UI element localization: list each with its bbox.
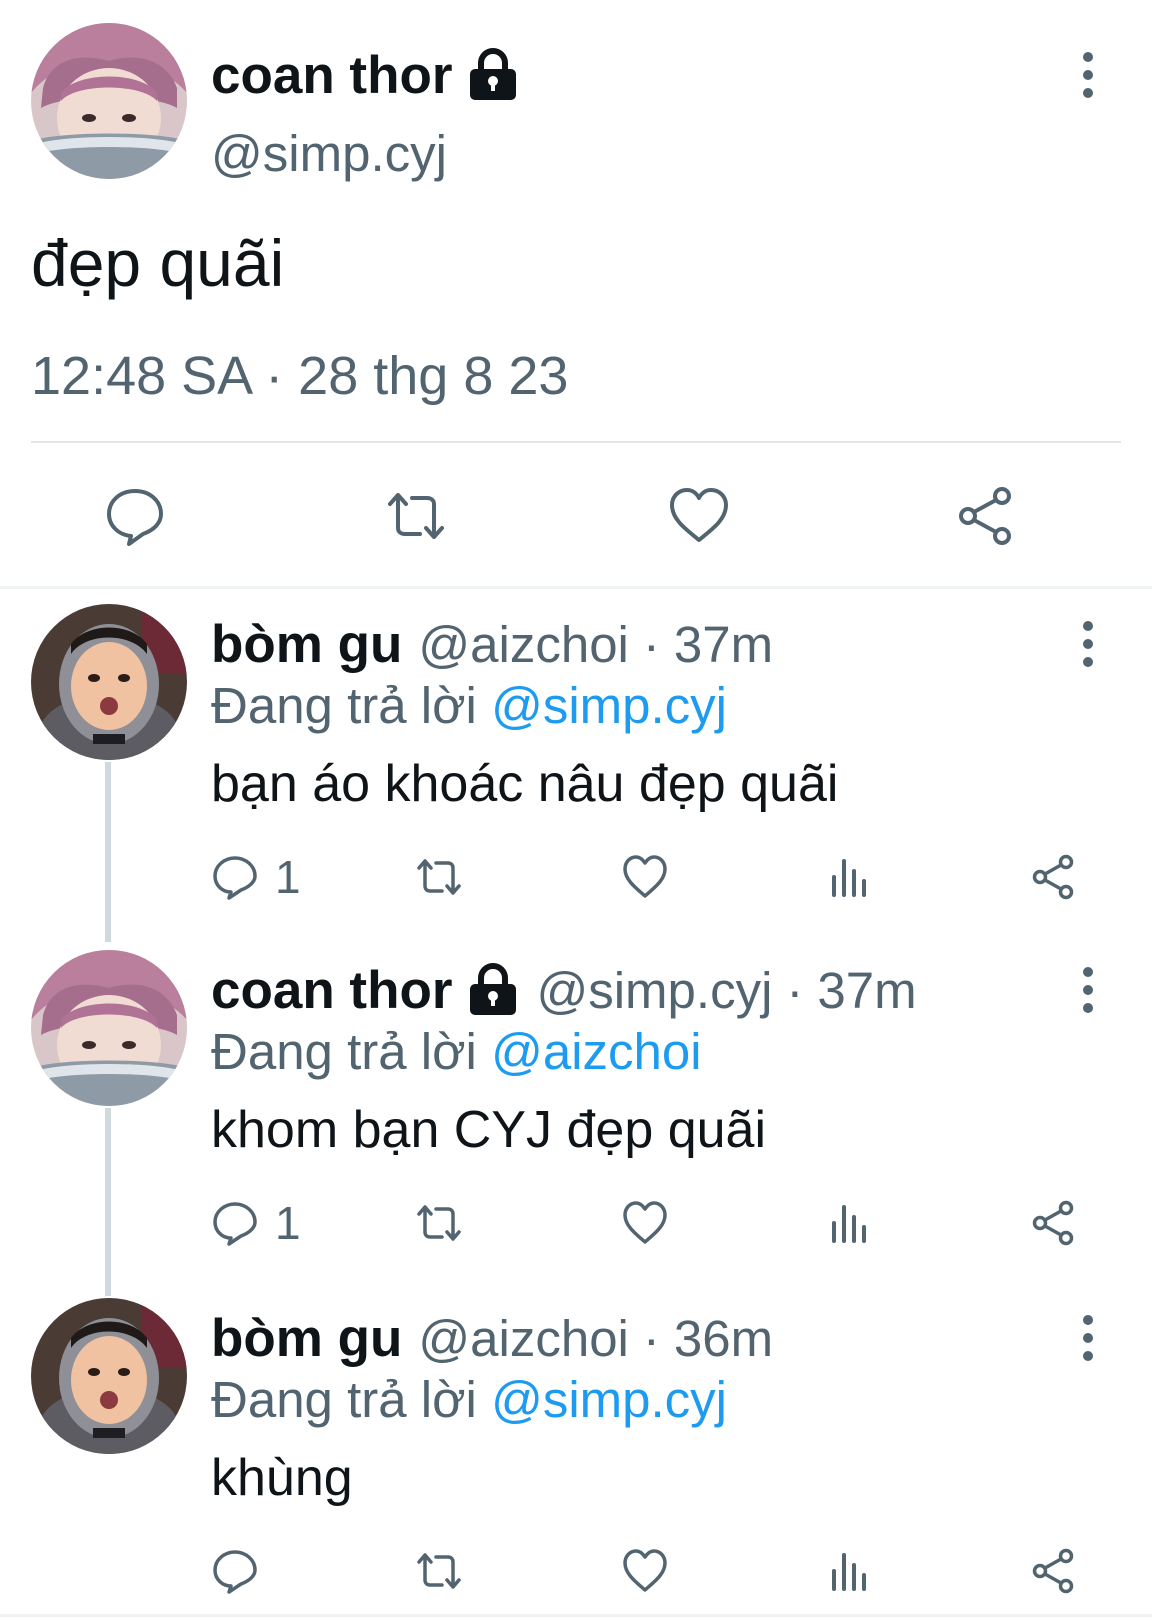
retweet-button[interactable]	[415, 1198, 463, 1248]
action-bar: 1	[0, 851, 1152, 912]
tweet-text: khùng	[211, 1449, 353, 1507]
divider	[31, 441, 1121, 443]
tweet-timestamp[interactable]: 12:48 SA · 28 thg 8 23	[31, 345, 568, 407]
avatar[interactable]	[31, 23, 187, 179]
reply-count: 1	[275, 1197, 301, 1249]
share-icon	[1030, 1547, 1078, 1595]
retweet-icon	[415, 1547, 463, 1595]
mention-link[interactable]: @simp.cyj	[491, 677, 727, 734]
action-bar: 1	[0, 1197, 1152, 1258]
avatar[interactable]	[31, 1298, 187, 1454]
retweet-icon	[415, 1199, 463, 1247]
more-options-icon[interactable]	[1068, 960, 1108, 1020]
analytics-icon	[826, 1199, 874, 1247]
share-icon[interactable]	[954, 484, 1018, 548]
reply-button[interactable]: 1	[211, 851, 301, 903]
author-name[interactable]: bòm gu	[211, 614, 402, 675]
author-name[interactable]: bòm gu	[211, 1308, 402, 1369]
like-icon	[621, 1547, 669, 1595]
avatar[interactable]	[31, 950, 187, 1106]
reply-button[interactable]: 1	[211, 1197, 301, 1249]
views-button[interactable]	[826, 1198, 874, 1248]
retweet-button[interactable]	[415, 1546, 463, 1596]
share-icon	[1030, 1199, 1078, 1247]
author-handle[interactable]: @aizchoi	[418, 1309, 629, 1368]
retweet-button[interactable]	[415, 852, 463, 902]
like-icon	[621, 1199, 669, 1247]
share-icon	[1030, 853, 1078, 901]
author-handle[interactable]: @aizchoi	[418, 615, 629, 674]
avatar[interactable]	[31, 604, 187, 760]
author-handle[interactable]: @simp.cyj	[536, 961, 772, 1020]
tweet-time[interactable]: 36m	[674, 1309, 773, 1368]
mention-link[interactable]: @aizchoi	[491, 1023, 702, 1080]
reply-icon	[211, 1547, 259, 1595]
tweet-text: bạn áo khoác nâu đẹp quãi	[211, 755, 839, 813]
reply-icon	[211, 853, 259, 901]
more-options-icon[interactable]	[1068, 1308, 1108, 1368]
lock-icon	[466, 48, 520, 102]
separator: ·	[642, 1309, 660, 1367]
replying-to: Đang trả lời @simp.cyj	[211, 676, 727, 735]
share-button[interactable]	[1030, 1198, 1078, 1248]
like-icon[interactable]	[667, 484, 731, 548]
replying-to-label: Đang trả lời	[211, 677, 477, 734]
tweet-time[interactable]: 37m	[817, 961, 916, 1020]
like-button[interactable]	[621, 1546, 669, 1596]
author-handle[interactable]: @simp.cyj	[211, 124, 447, 183]
like-button[interactable]	[621, 1198, 669, 1248]
replying-to: Đang trả lời @aizchoi	[211, 1022, 702, 1081]
reply-header: coan thor @simp.cyj · 37m	[211, 956, 917, 1024]
share-button[interactable]	[1030, 852, 1078, 902]
separator: ·	[642, 615, 660, 673]
author-name[interactable]: coan thor	[211, 960, 452, 1021]
tweet-text: khom bạn CYJ đẹp quãi	[211, 1101, 767, 1159]
reply-icon	[211, 1199, 259, 1247]
more-options-icon[interactable]	[1068, 45, 1108, 105]
tweet-time[interactable]: 37m	[674, 615, 773, 674]
separator: ·	[786, 961, 804, 1019]
replying-to-label: Đang trả lời	[211, 1371, 477, 1428]
like-button[interactable]	[621, 852, 669, 902]
section-divider	[0, 586, 1152, 589]
replying-to: Đang trả lời @simp.cyj	[211, 1370, 727, 1429]
reply-header: bòm gu @aizchoi · 36m	[211, 1304, 773, 1372]
replying-to-label: Đang trả lời	[211, 1023, 477, 1080]
tweet-text: đẹp quãi	[31, 226, 285, 300]
author-row: coan thor	[211, 40, 520, 110]
reply-button[interactable]	[211, 1546, 275, 1596]
views-button[interactable]	[826, 1546, 874, 1596]
main-tweet: coan thor @simp.cyj đẹp quãi 12:48 SA · …	[0, 0, 1152, 585]
retweet-icon	[415, 853, 463, 901]
mention-link[interactable]: @simp.cyj	[491, 1371, 727, 1428]
lock-icon	[466, 963, 520, 1017]
reply-icon[interactable]	[103, 484, 167, 548]
share-button[interactable]	[1030, 1546, 1078, 1596]
analytics-icon	[826, 1547, 874, 1595]
more-options-icon[interactable]	[1068, 614, 1108, 674]
section-divider	[0, 1614, 1152, 1617]
action-bar	[0, 1546, 1152, 1606]
like-icon	[621, 853, 669, 901]
analytics-icon	[826, 853, 874, 901]
retweet-icon[interactable]	[384, 484, 448, 548]
reply-count: 1	[275, 851, 301, 903]
reply-header: bòm gu @aizchoi · 37m	[211, 610, 773, 678]
views-button[interactable]	[826, 852, 874, 902]
author-name[interactable]: coan thor	[211, 45, 452, 106]
